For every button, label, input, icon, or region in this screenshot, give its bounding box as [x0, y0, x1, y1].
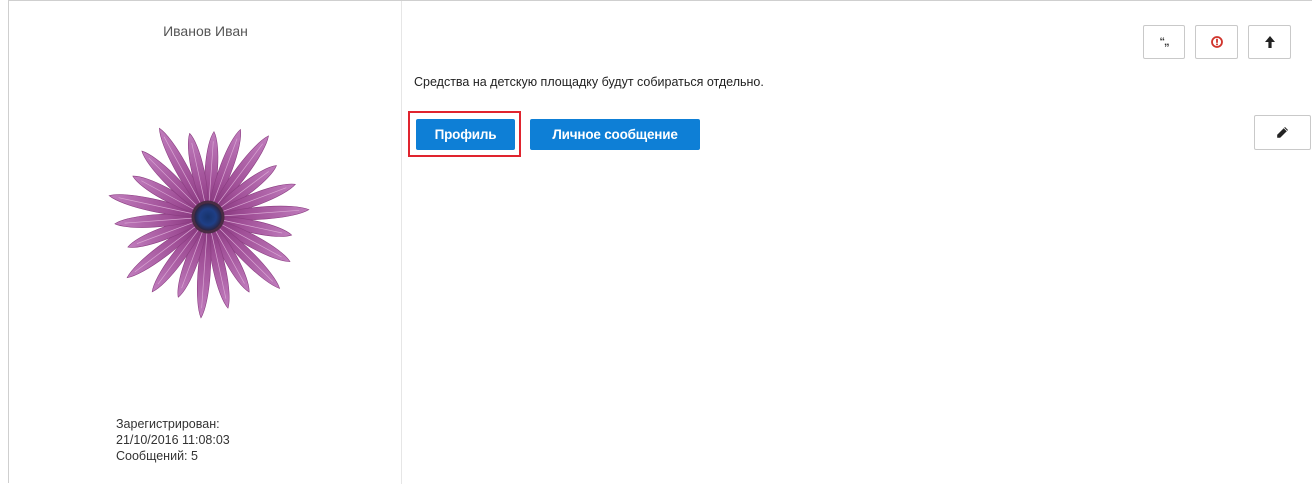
- quote-icon: “„: [1159, 36, 1170, 48]
- registered-date: 21/10/2016 11:08:03: [116, 433, 230, 447]
- author-meta: Зарегистрирован: 21/10/2016 11:08:03 Соо…: [116, 416, 230, 464]
- private-message-button[interactable]: Личное сообщение: [530, 119, 700, 150]
- scroll-top-button[interactable]: [1248, 25, 1291, 59]
- forum-post: Иванов Иван Зарегистрирован: 21/10/2016 …: [8, 0, 1312, 484]
- profile-button[interactable]: Профиль: [416, 119, 515, 150]
- registered-label: Зарегистрирован:: [116, 417, 220, 431]
- post-text: Средства на детскую площадку будут собир…: [414, 75, 764, 89]
- message-count: Сообщений: 5: [116, 449, 198, 463]
- avatar[interactable]: [101, 107, 315, 327]
- arrow-up-icon: [1264, 36, 1275, 48]
- author-panel: Иванов Иван Зарегистрирован: 21/10/2016 …: [9, 1, 402, 484]
- pencil-icon: [1277, 127, 1288, 138]
- exclamation-circle-icon: [1210, 36, 1223, 48]
- quote-button[interactable]: “„: [1143, 25, 1185, 59]
- author-name[interactable]: Иванов Иван: [9, 23, 402, 39]
- report-button[interactable]: [1195, 25, 1238, 59]
- post-content: “„ Средства на детскую площадку будут со…: [402, 1, 1312, 484]
- edit-button[interactable]: [1254, 115, 1311, 150]
